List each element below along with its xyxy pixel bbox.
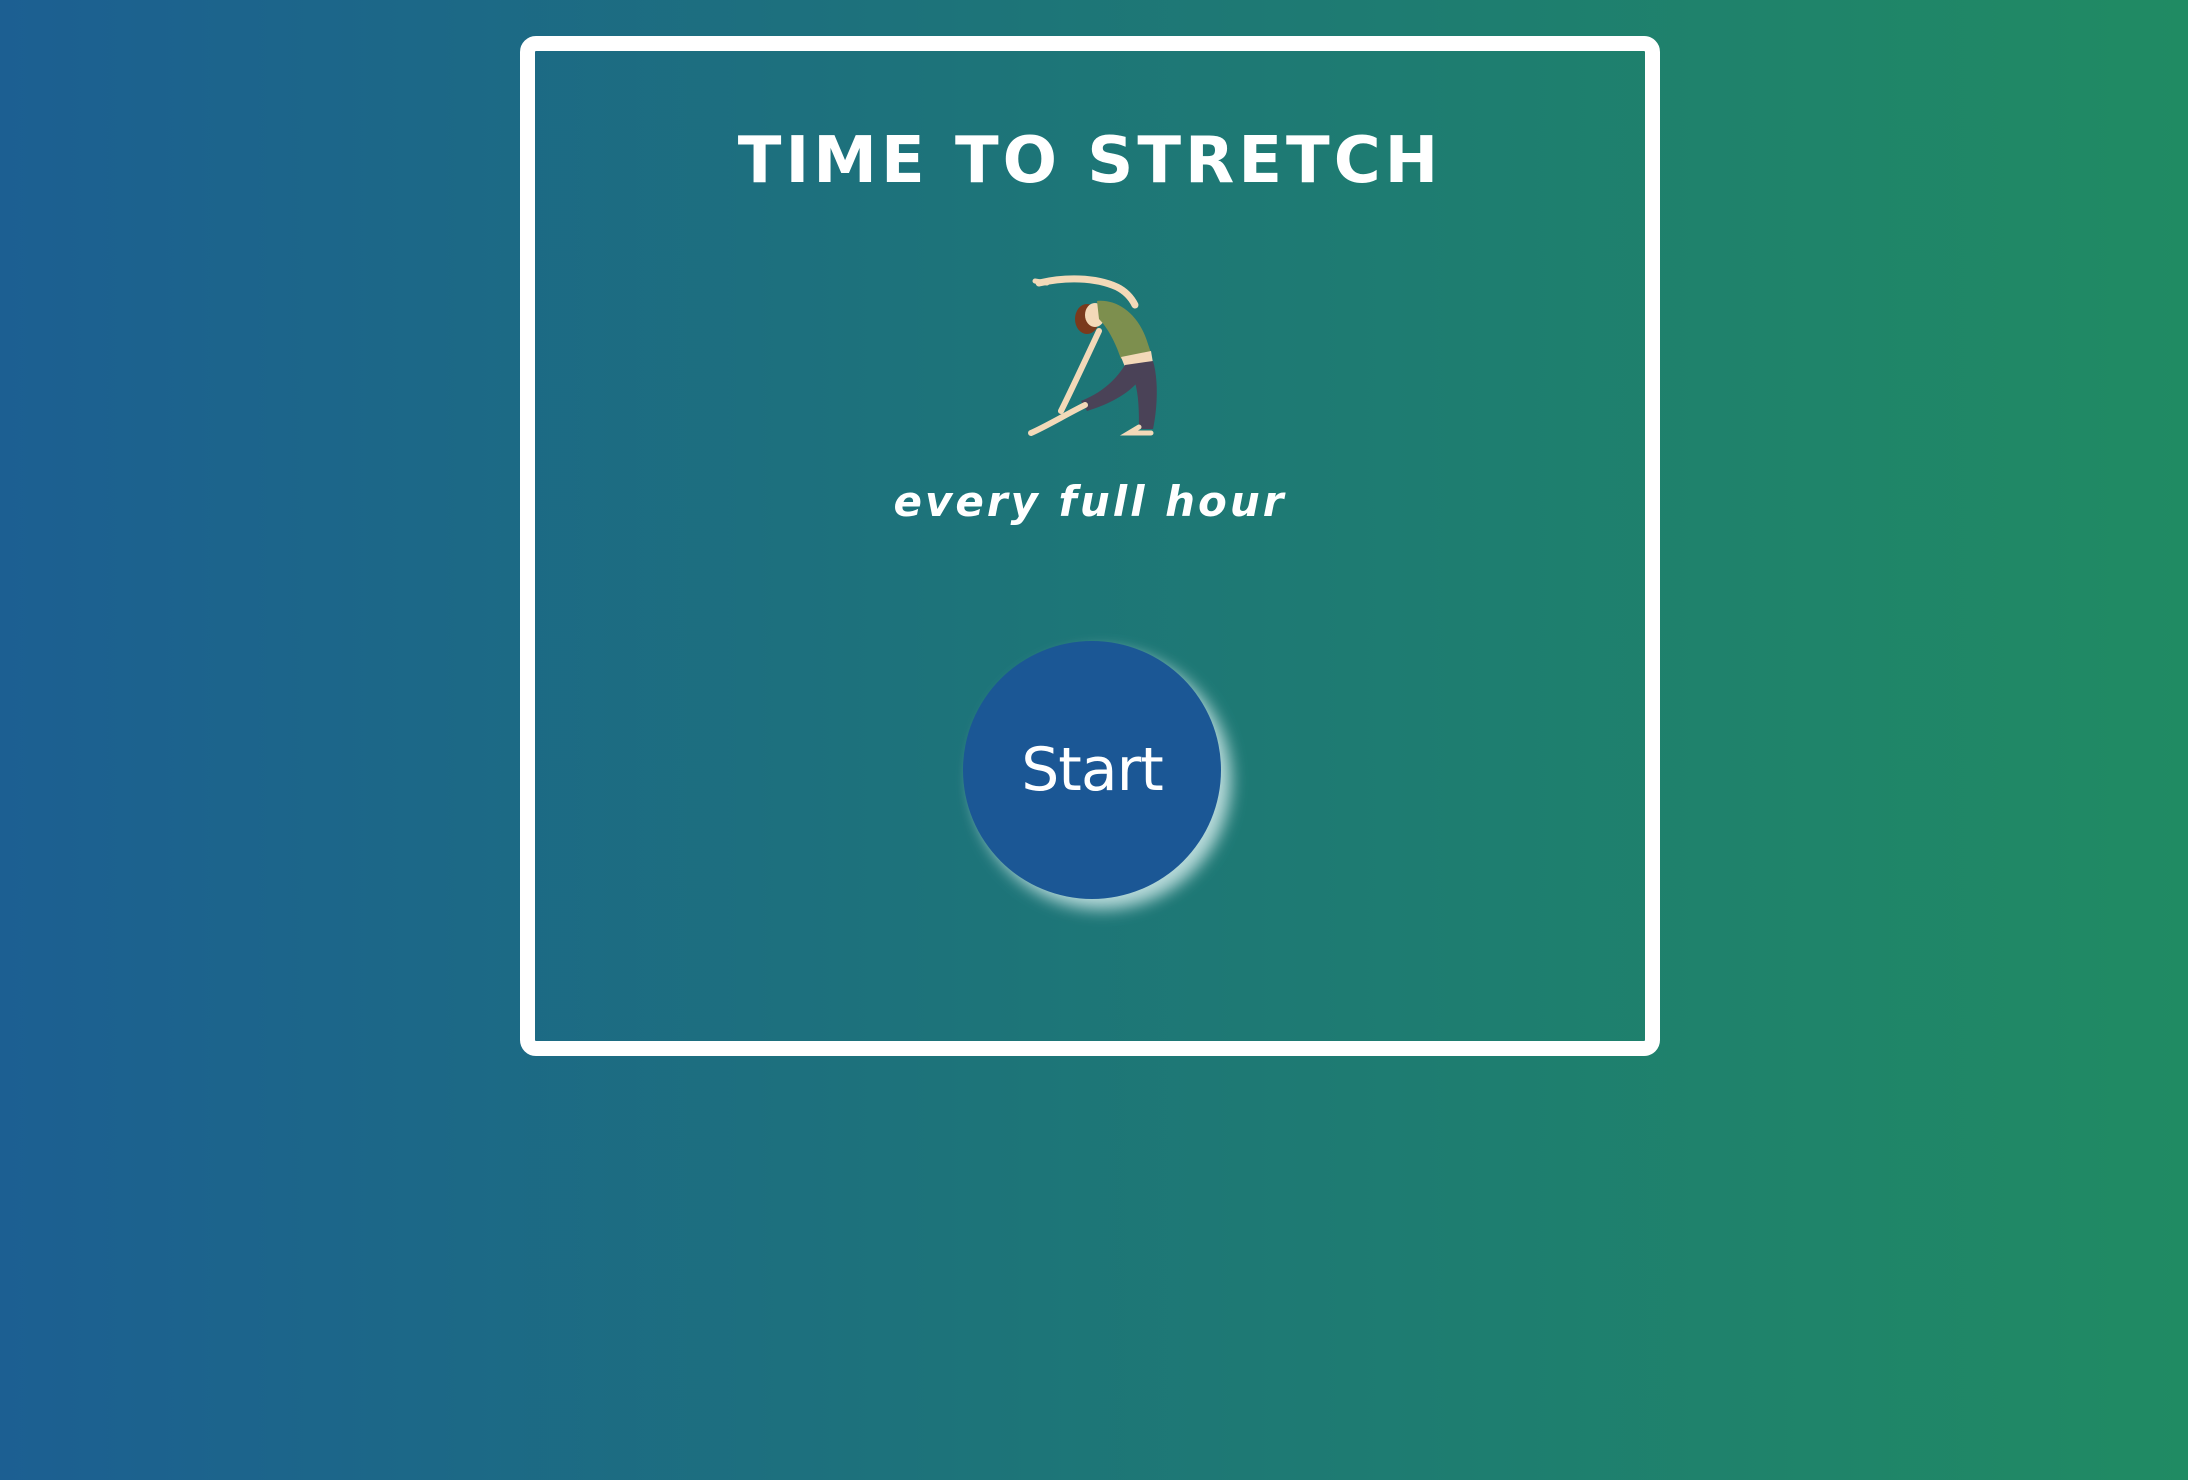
schedule-subtitle: every full hour (893, 477, 1287, 526)
page-title: TIME TO STRETCH (737, 124, 1443, 198)
woman-stretching-icon (1028, 275, 1157, 436)
stretch-reminder-card: TIME TO STRETCH every full hour Start (520, 36, 1660, 1056)
start-button[interactable]: Start (963, 641, 1221, 899)
